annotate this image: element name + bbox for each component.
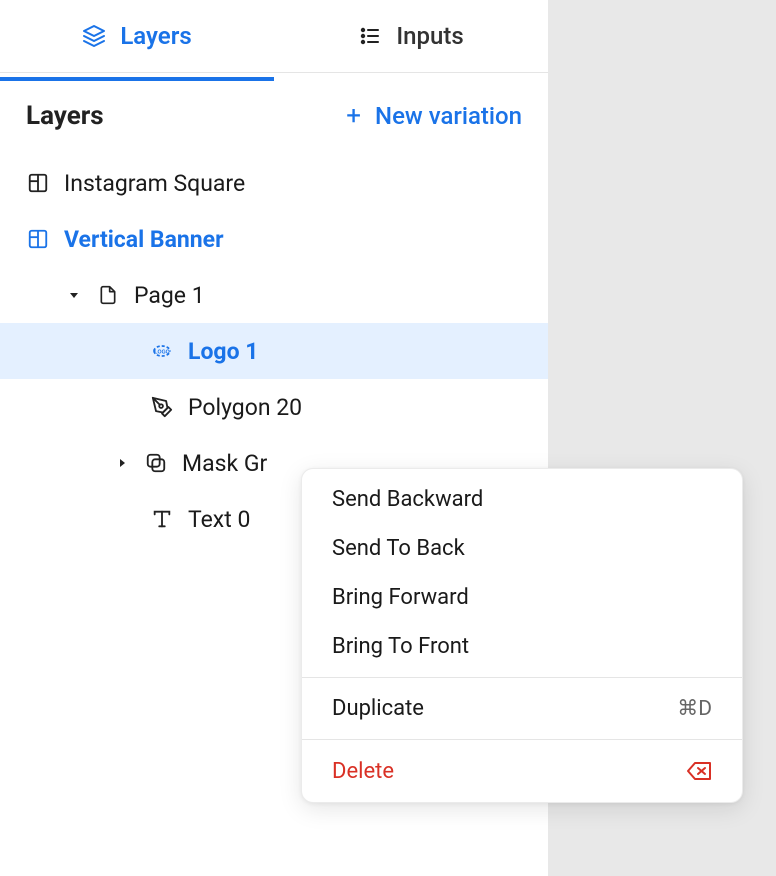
menu-shortcut: ⌘D [677, 696, 712, 721]
layer-label: Polygon 20 [188, 394, 302, 421]
menu-bring-forward[interactable]: Bring Forward [302, 573, 742, 622]
layers-icon [82, 24, 106, 48]
layer-vertical-banner[interactable]: Vertical Banner [0, 211, 548, 267]
menu-label: Send To Back [332, 536, 465, 561]
section-title: Layers [26, 101, 104, 131]
menu-label: Duplicate [332, 696, 424, 721]
section-header: Layers + New variation [0, 73, 548, 145]
frame-icon [26, 171, 50, 195]
layer-label: Instagram Square [64, 170, 245, 197]
layer-label: Logo 1 [188, 338, 258, 365]
layer-polygon-20[interactable]: Polygon 20 [0, 379, 548, 435]
menu-label: Bring To Front [332, 634, 469, 659]
tab-underline [0, 77, 274, 81]
menu-bring-to-front[interactable]: Bring To Front [302, 622, 742, 677]
svg-text:LOGO: LOGO [154, 350, 169, 356]
menu-delete[interactable]: Delete [302, 740, 742, 802]
layer-label: Mask Gr [182, 450, 267, 477]
tabs-bar: Layers Inputs [0, 0, 548, 73]
menu-send-to-back[interactable]: Send To Back [302, 524, 742, 573]
delete-icon [686, 758, 712, 784]
menu-label: Send Backward [332, 487, 483, 512]
menu-label: Bring Forward [332, 585, 469, 610]
layer-label: Text 0 [188, 506, 250, 533]
frame-icon [26, 227, 50, 251]
menu-label: Delete [332, 759, 394, 784]
mask-group-icon [144, 451, 168, 475]
logo-icon: LOGO [150, 339, 174, 363]
caret-right-icon[interactable] [114, 455, 130, 471]
context-menu: Send Backward Send To Back Bring Forward… [301, 468, 743, 803]
inputs-icon [358, 24, 382, 48]
tab-inputs[interactable]: Inputs [274, 0, 548, 72]
pen-icon [150, 395, 174, 419]
caret-down-icon[interactable] [66, 287, 82, 303]
tab-inputs-label: Inputs [396, 22, 463, 50]
layer-page-1[interactable]: Page 1 [0, 267, 548, 323]
tab-layers[interactable]: Layers [0, 0, 274, 72]
plus-icon: + [346, 103, 361, 129]
new-variation-button[interactable]: + New variation [346, 102, 522, 130]
layer-label: Page 1 [134, 282, 205, 309]
tab-layers-label: Layers [120, 22, 191, 50]
text-icon [150, 507, 174, 531]
menu-duplicate[interactable]: Duplicate ⌘D [302, 678, 742, 739]
layer-instagram-square[interactable]: Instagram Square [0, 155, 548, 211]
layer-logo-1[interactable]: LOGO Logo 1 [0, 323, 548, 379]
layer-label: Vertical Banner [64, 226, 224, 253]
menu-send-backward[interactable]: Send Backward [302, 469, 742, 524]
page-icon [96, 283, 120, 307]
new-variation-label: New variation [375, 102, 522, 130]
